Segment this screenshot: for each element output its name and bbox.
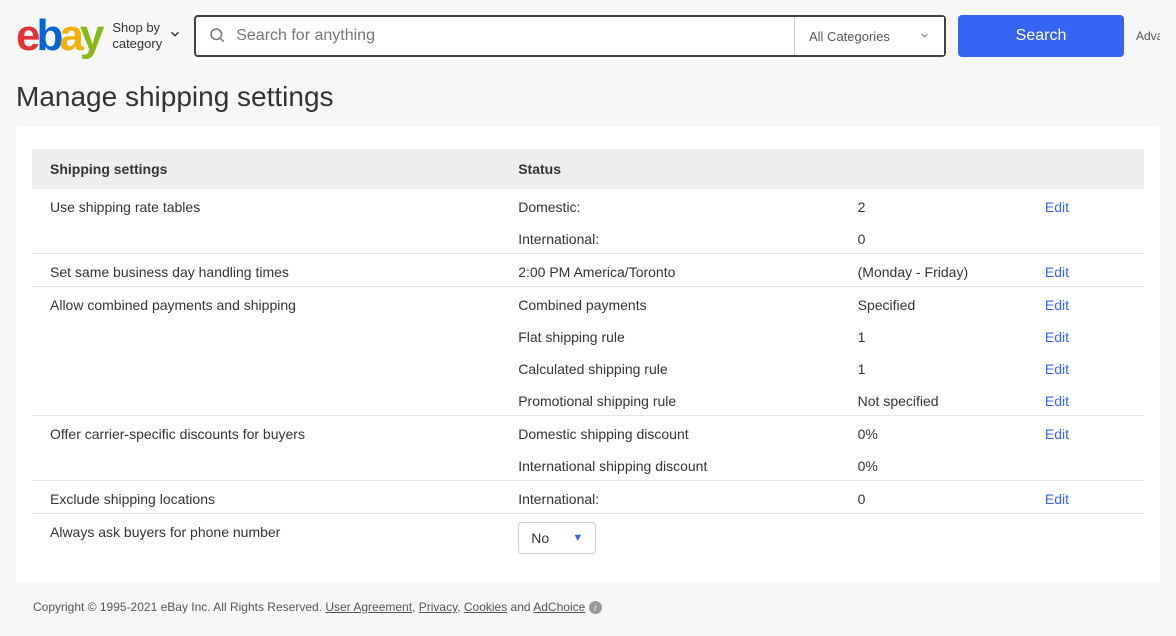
value-cell: 2 — [840, 189, 1027, 221]
search-button[interactable]: Search — [958, 15, 1124, 57]
footer: Copyright © 1995-2021 eBay Inc. All Righ… — [0, 600, 1176, 632]
advanced-link[interactable]: Advanced — [1136, 29, 1160, 43]
value-cell: Specified — [840, 287, 1027, 320]
ebay-logo[interactable]: ebay — [16, 14, 100, 58]
table-row: Allow combined payments and shippingComb… — [32, 287, 1144, 320]
edit-link[interactable]: Edit — [1045, 329, 1069, 345]
edit-link[interactable]: Edit — [1045, 426, 1069, 442]
table-row: Offer carrier-specific discounts for buy… — [32, 416, 1144, 449]
value-cell: 0% — [840, 416, 1027, 449]
shop-by-category[interactable]: Shop by category — [112, 20, 182, 51]
table-row: Exclude shipping locationsInternational:… — [32, 481, 1144, 514]
table-row: International shipping discount0% — [32, 448, 1144, 481]
value-cell: 0 — [840, 221, 1027, 254]
table-row: Use shipping rate tablesDomestic:2 Edit — [32, 189, 1144, 221]
value-cell: 1 — [840, 319, 1027, 351]
page-title: Manage shipping settings — [16, 81, 1176, 113]
adchoice-link[interactable]: AdChoice — [533, 600, 585, 614]
status-cell: International: — [500, 481, 839, 514]
setting-cell: Offer carrier-specific discounts for buy… — [32, 416, 500, 449]
chevron-down-icon: ▼ — [572, 532, 583, 544]
shipping-settings-table: Shipping settings Status Use shipping ra… — [32, 149, 1144, 560]
edit-link[interactable]: Edit — [1045, 393, 1069, 409]
col-header-status: Status — [500, 149, 839, 189]
chevron-down-icon — [168, 27, 182, 45]
status-cell: Promotional shipping rule — [500, 383, 839, 416]
table-row: Set same business day handling times2:00… — [32, 254, 1144, 287]
category-selected-label: All Categories — [809, 29, 890, 44]
setting-cell: Allow combined payments and shipping — [32, 287, 500, 320]
status-cell: International shipping discount — [500, 448, 839, 481]
category-select[interactable]: All Categories — [794, 17, 944, 55]
col-header-setting: Shipping settings — [32, 149, 500, 189]
info-icon[interactable]: i — [589, 601, 602, 614]
phone-number-select[interactable]: No ▼ — [518, 522, 596, 554]
select-value: No — [531, 530, 549, 546]
setting-cell: Use shipping rate tables — [32, 189, 500, 221]
status-cell: Flat shipping rule — [500, 319, 839, 351]
status-cell: 2:00 PM America/Toronto — [500, 254, 839, 287]
setting-cell — [32, 383, 500, 416]
chevron-down-icon — [919, 29, 930, 44]
status-cell: Combined payments — [500, 287, 839, 320]
status-cell: No ▼ — [500, 514, 839, 561]
setting-cell — [32, 319, 500, 351]
setting-cell: Exclude shipping locations — [32, 481, 500, 514]
setting-cell — [32, 448, 500, 481]
status-cell: International: — [500, 221, 839, 254]
status-cell: Domestic: — [500, 189, 839, 221]
table-row: Always ask buyers for phone number No ▼ — [32, 514, 1144, 561]
setting-cell — [32, 221, 500, 254]
copyright-text: Copyright © 1995-2021 eBay Inc. All Righ… — [33, 600, 325, 614]
cookies-link[interactable]: Cookies — [464, 600, 507, 614]
setting-cell — [32, 351, 500, 383]
edit-link[interactable]: Edit — [1045, 297, 1069, 313]
shop-by-label-2: category — [112, 36, 162, 52]
setting-cell: Set same business day handling times — [32, 254, 500, 287]
value-cell: Not specified — [840, 383, 1027, 416]
setting-cell: Always ask buyers for phone number — [32, 514, 500, 561]
edit-link[interactable]: Edit — [1045, 491, 1069, 507]
user-agreement-link[interactable]: User Agreement — [325, 600, 412, 614]
edit-link[interactable]: Edit — [1045, 264, 1069, 280]
table-row: Promotional shipping ruleNot specified Ed… — [32, 383, 1144, 416]
table-row: Flat shipping rule1 Edit — [32, 319, 1144, 351]
table-row: Calculated shipping rule1 Edit — [32, 351, 1144, 383]
table-row: International:0 — [32, 221, 1144, 254]
privacy-link[interactable]: Privacy — [419, 600, 457, 614]
edit-link[interactable]: Edit — [1045, 361, 1069, 377]
value-cell: 0 — [840, 481, 1027, 514]
value-cell: (Monday - Friday) — [840, 254, 1027, 287]
shop-by-label-1: Shop by — [112, 20, 162, 36]
value-cell: 1 — [840, 351, 1027, 383]
settings-panel: Shipping settings Status Use shipping ra… — [16, 127, 1160, 582]
value-cell: 0% — [840, 448, 1027, 481]
status-cell: Domestic shipping discount — [500, 416, 839, 449]
edit-link[interactable]: Edit — [1045, 199, 1069, 215]
search-bar: All Categories — [194, 15, 946, 57]
header: ebay Shop by category All Categories Sea… — [0, 0, 1176, 67]
search-input[interactable] — [236, 27, 782, 45]
status-cell: Calculated shipping rule — [500, 351, 839, 383]
search-icon — [208, 26, 226, 47]
